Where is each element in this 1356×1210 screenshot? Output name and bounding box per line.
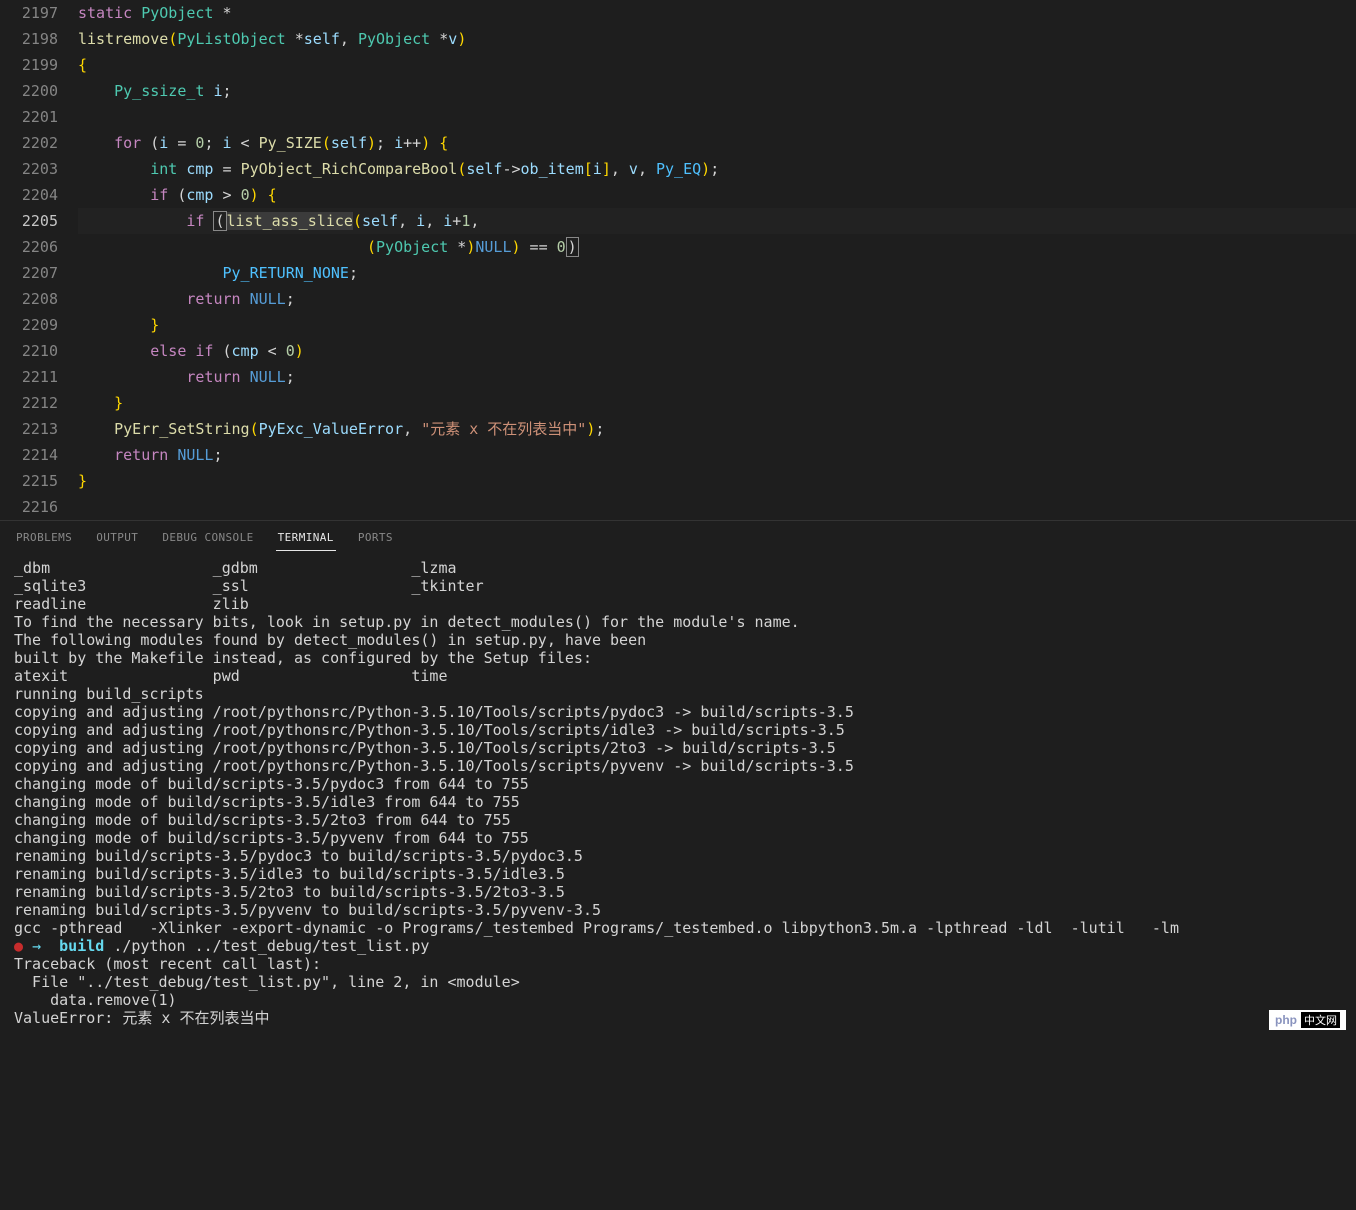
- terminal-line: changing mode of build/scripts-3.5/idle3…: [14, 793, 1342, 811]
- code-line[interactable]: [78, 104, 1356, 130]
- line-number: 2208: [0, 286, 58, 312]
- terminal-line: renaming build/scripts-3.5/pyvenv to bui…: [14, 901, 1342, 919]
- terminal-line: changing mode of build/scripts-3.5/pyven…: [14, 829, 1342, 847]
- code-line[interactable]: return NULL;: [78, 442, 1356, 468]
- line-number: 2216: [0, 494, 58, 520]
- terminal-line: changing mode of build/scripts-3.5/pydoc…: [14, 775, 1342, 793]
- terminal-line: built by the Makefile instead, as config…: [14, 649, 1342, 667]
- terminal-line: copying and adjusting /root/pythonsrc/Py…: [14, 721, 1342, 739]
- terminal-line: Traceback (most recent call last):: [14, 955, 1342, 973]
- panel-tab-problems[interactable]: PROBLEMS: [14, 527, 74, 551]
- line-number: 2202: [0, 130, 58, 156]
- terminal-line: changing mode of build/scripts-3.5/2to3 …: [14, 811, 1342, 829]
- code-line[interactable]: {: [78, 52, 1356, 78]
- terminal-prompt-line: ● → build ./python ../test_debug/test_li…: [14, 937, 1342, 955]
- panel-tabs: PROBLEMS OUTPUT DEBUG CONSOLE TERMINAL PORTS: [0, 521, 1356, 551]
- bottom-panel: PROBLEMS OUTPUT DEBUG CONSOLE TERMINAL PORTS…: [0, 520, 1356, 1210]
- line-number: 2204: [0, 182, 58, 208]
- line-number: 2201: [0, 104, 58, 130]
- code-line[interactable]: int cmp = PyObject_RichCompareBool(self-…: [78, 156, 1356, 182]
- terminal-line: renaming build/scripts-3.5/pydoc3 to bui…: [14, 847, 1342, 865]
- terminal-line: ValueError: 元素 x 不在列表当中: [14, 1009, 1342, 1027]
- line-number: 2206: [0, 234, 58, 260]
- terminal-line: renaming build/scripts-3.5/2to3 to build…: [14, 883, 1342, 901]
- code-line[interactable]: Py_ssize_t i;: [78, 78, 1356, 104]
- panel-tab-output[interactable]: OUTPUT: [94, 527, 140, 551]
- code-line[interactable]: [78, 494, 1356, 520]
- terminal-line: renaming build/scripts-3.5/idle3 to buil…: [14, 865, 1342, 883]
- panel-tab-debug-console[interactable]: DEBUG CONSOLE: [160, 527, 255, 551]
- terminal-line: To find the necessary bits, look in setu…: [14, 613, 1342, 631]
- line-number: 2207: [0, 260, 58, 286]
- code-line[interactable]: for (i = 0; i < Py_SIZE(self); i++) {: [78, 130, 1356, 156]
- code-line[interactable]: if (list_ass_slice(self, i, i+1,: [78, 208, 1356, 234]
- line-number: 2209: [0, 312, 58, 338]
- terminal-line: running build_scripts: [14, 685, 1342, 703]
- code-line[interactable]: }: [78, 390, 1356, 416]
- line-number: 2213: [0, 416, 58, 442]
- watermark-badge: php 中文网: [1269, 1010, 1346, 1030]
- line-number: 2199: [0, 52, 58, 78]
- line-number-gutter: 2197219821992200220122022203220422052206…: [0, 0, 70, 520]
- terminal-line: gcc -pthread -Xlinker -export-dynamic -o…: [14, 919, 1342, 937]
- line-number: 2198: [0, 26, 58, 52]
- terminal-line: copying and adjusting /root/pythonsrc/Py…: [14, 739, 1342, 757]
- line-number: 2211: [0, 364, 58, 390]
- panel-tab-terminal[interactable]: TERMINAL: [276, 527, 336, 551]
- terminal-line: data.remove(1): [14, 991, 1342, 1009]
- line-number: 2205: [0, 208, 58, 234]
- code-line[interactable]: return NULL;: [78, 286, 1356, 312]
- line-number: 2203: [0, 156, 58, 182]
- line-number: 2214: [0, 442, 58, 468]
- code-line[interactable]: (PyObject *)NULL) == 0): [78, 234, 1356, 260]
- code-line[interactable]: Py_RETURN_NONE;: [78, 260, 1356, 286]
- terminal-line: The following modules found by detect_mo…: [14, 631, 1342, 649]
- terminal-line: _dbm _gdbm _lzma: [14, 559, 1342, 577]
- code-content[interactable]: static PyObject *listremove(PyListObject…: [70, 0, 1356, 520]
- terminal-line: _sqlite3 _ssl _tkinter: [14, 577, 1342, 595]
- line-number: 2212: [0, 390, 58, 416]
- code-editor[interactable]: 2197219821992200220122022203220422052206…: [0, 0, 1356, 520]
- terminal-line: copying and adjusting /root/pythonsrc/Py…: [14, 757, 1342, 775]
- code-line[interactable]: return NULL;: [78, 364, 1356, 390]
- code-line[interactable]: }: [78, 468, 1356, 494]
- terminal-line: copying and adjusting /root/pythonsrc/Py…: [14, 703, 1342, 721]
- line-number: 2200: [0, 78, 58, 104]
- panel-tab-ports[interactable]: PORTS: [356, 527, 395, 551]
- code-line[interactable]: listremove(PyListObject *self, PyObject …: [78, 26, 1356, 52]
- terminal-line: readline zlib: [14, 595, 1342, 613]
- line-number: 2215: [0, 468, 58, 494]
- badge-cn: 中文网: [1301, 1012, 1340, 1028]
- line-number: 2197: [0, 0, 58, 26]
- terminal-line: File "../test_debug/test_list.py", line …: [14, 973, 1342, 991]
- code-line[interactable]: PyErr_SetString(PyExc_ValueError, "元素 x …: [78, 416, 1356, 442]
- code-line[interactable]: }: [78, 312, 1356, 338]
- line-number: 2210: [0, 338, 58, 364]
- code-line[interactable]: else if (cmp < 0): [78, 338, 1356, 364]
- terminal-line: atexit pwd time: [14, 667, 1342, 685]
- code-line[interactable]: static PyObject *: [78, 0, 1356, 26]
- terminal-output[interactable]: _dbm _gdbm _lzma_sqlite3 _ssl _tkinterre…: [0, 551, 1356, 1210]
- code-line[interactable]: if (cmp > 0) {: [78, 182, 1356, 208]
- badge-brand: php: [1275, 1013, 1297, 1027]
